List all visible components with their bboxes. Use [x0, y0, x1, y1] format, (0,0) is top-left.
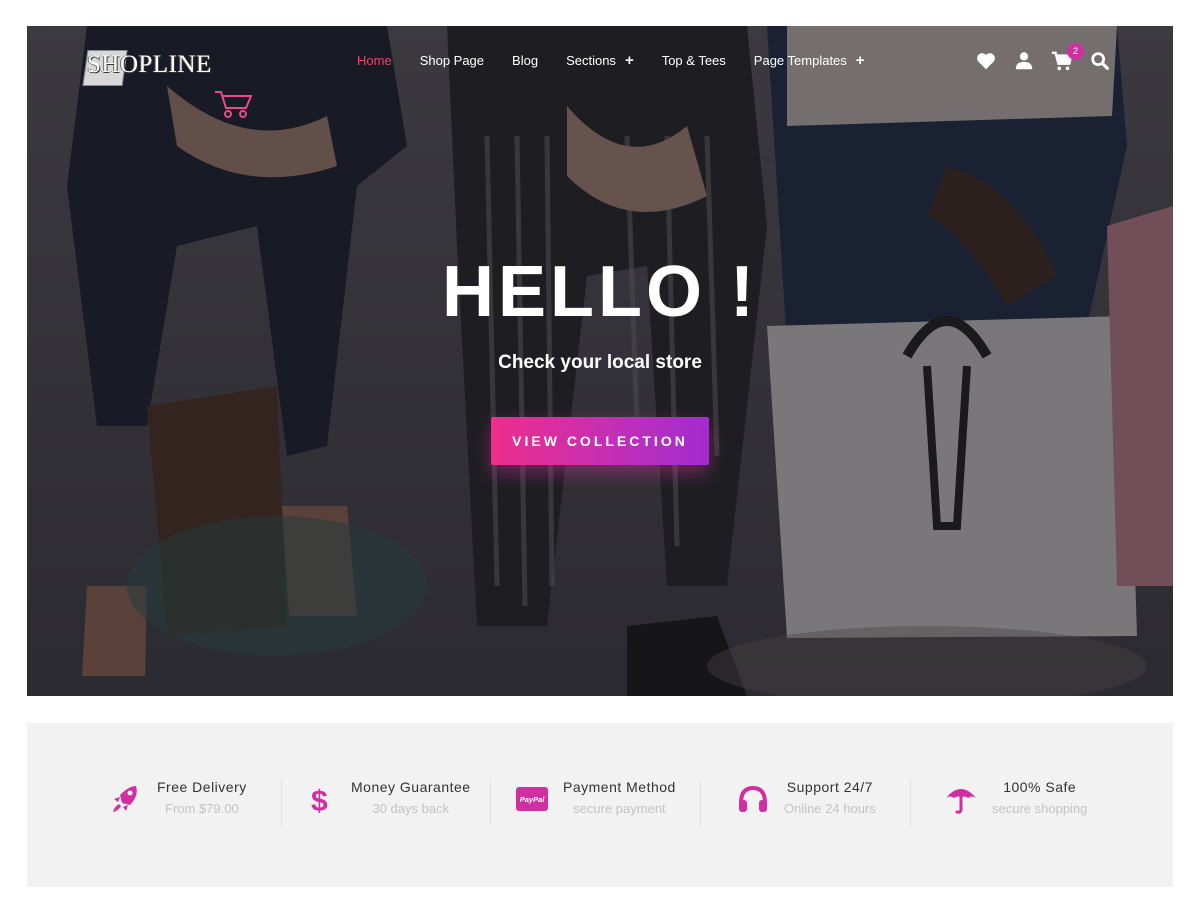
paypal-icon: PayPal [516, 787, 548, 811]
nav-item-blog[interactable]: Blog [512, 53, 538, 68]
feature-title: Payment Method [563, 779, 676, 795]
nav-item-label: Page Templates [753, 53, 847, 68]
nav-item-shop-page[interactable]: Shop Page [420, 53, 484, 68]
feature-free-delivery: Free Delivery From $79.00 [109, 779, 247, 829]
site-logo[interactable]: SHOPLINE [82, 48, 253, 118]
feature-title: Support 24/7 [786, 779, 873, 795]
user-icon[interactable] [1013, 50, 1035, 72]
rocket-icon [113, 786, 137, 812]
top-navigation: SHOPLINE Home Shop Page Blog Sections + [27, 26, 1173, 118]
search-icon[interactable] [1089, 50, 1111, 72]
cart-icon[interactable]: 2 [1051, 43, 1084, 72]
feature-safe: 100% Safe secure shopping [944, 779, 1087, 829]
feature-payment-method: PayPal Payment Method secure payment [515, 779, 676, 829]
feature-title: 100% Safe [1003, 779, 1077, 795]
nav-item-label: Top & Tees [661, 53, 726, 68]
feature-text: 100% Safe secure shopping [992, 779, 1087, 816]
feature-text: Money Guarantee 30 days back [351, 779, 471, 816]
hero-subtitle: Check your local store [498, 352, 702, 373]
headphones-icon [739, 785, 767, 812]
heart-icon[interactable] [975, 50, 997, 72]
features-bar: Free Delivery From $79.00 $ Money Guaran… [27, 723, 1173, 887]
logo-cart-icon [215, 91, 253, 118]
feature-support: Support 24/7 Online 24 hours [736, 779, 876, 829]
feature-title: Money Guarantee [351, 779, 471, 795]
feature-money-guarantee: $ Money Guarantee 30 days back [303, 779, 471, 829]
feature-divider [910, 779, 911, 827]
feature-text: Payment Method secure payment [563, 779, 676, 816]
hero-title: HELLO ! [442, 252, 758, 332]
feature-subtitle: From $79.00 [165, 801, 239, 816]
nav-item-label: Sections [566, 53, 616, 68]
feature-divider [700, 779, 701, 827]
nav-item-page-templates[interactable]: Page Templates + [754, 53, 865, 68]
feature-subtitle: Online 24 hours [784, 801, 876, 816]
cart-count-badge: 2 [1067, 43, 1084, 60]
logo-text: SHOPLINE [87, 51, 212, 78]
expand-plus-icon[interactable]: + [856, 53, 865, 68]
svg-text:PayPal: PayPal [520, 795, 546, 804]
feature-subtitle: secure payment [573, 801, 666, 816]
feature-text: Support 24/7 Online 24 hours [784, 779, 876, 816]
feature-subtitle: 30 days back [372, 801, 450, 816]
nav-item-label: Home [357, 53, 392, 68]
svg-text:$: $ [311, 785, 328, 816]
nav-icon-group: 2 [975, 43, 1127, 72]
feature-title: Free Delivery [157, 779, 247, 795]
nav-item-home[interactable]: Home [357, 53, 392, 68]
view-collection-button[interactable]: VIEW COLLECTION [491, 417, 709, 465]
feature-text: Free Delivery From $79.00 [157, 779, 247, 816]
umbrella-icon [946, 789, 976, 814]
dollar-icon: $ [311, 785, 328, 816]
nav-item-sections[interactable]: Sections + [566, 53, 634, 68]
expand-plus-icon[interactable]: + [625, 53, 634, 68]
hero-banner: SHOPLINE Home Shop Page Blog Sections + [27, 26, 1173, 696]
feature-divider [490, 779, 491, 827]
nav-item-label: Blog [512, 53, 539, 68]
nav-item-top-tees[interactable]: Top & Tees [662, 53, 726, 68]
main-menu: Home Shop Page Blog Sections + Top & Tee… [357, 53, 893, 68]
nav-item-label: Shop Page [419, 53, 485, 68]
feature-subtitle: secure shopping [992, 801, 1088, 816]
feature-divider [281, 779, 282, 827]
